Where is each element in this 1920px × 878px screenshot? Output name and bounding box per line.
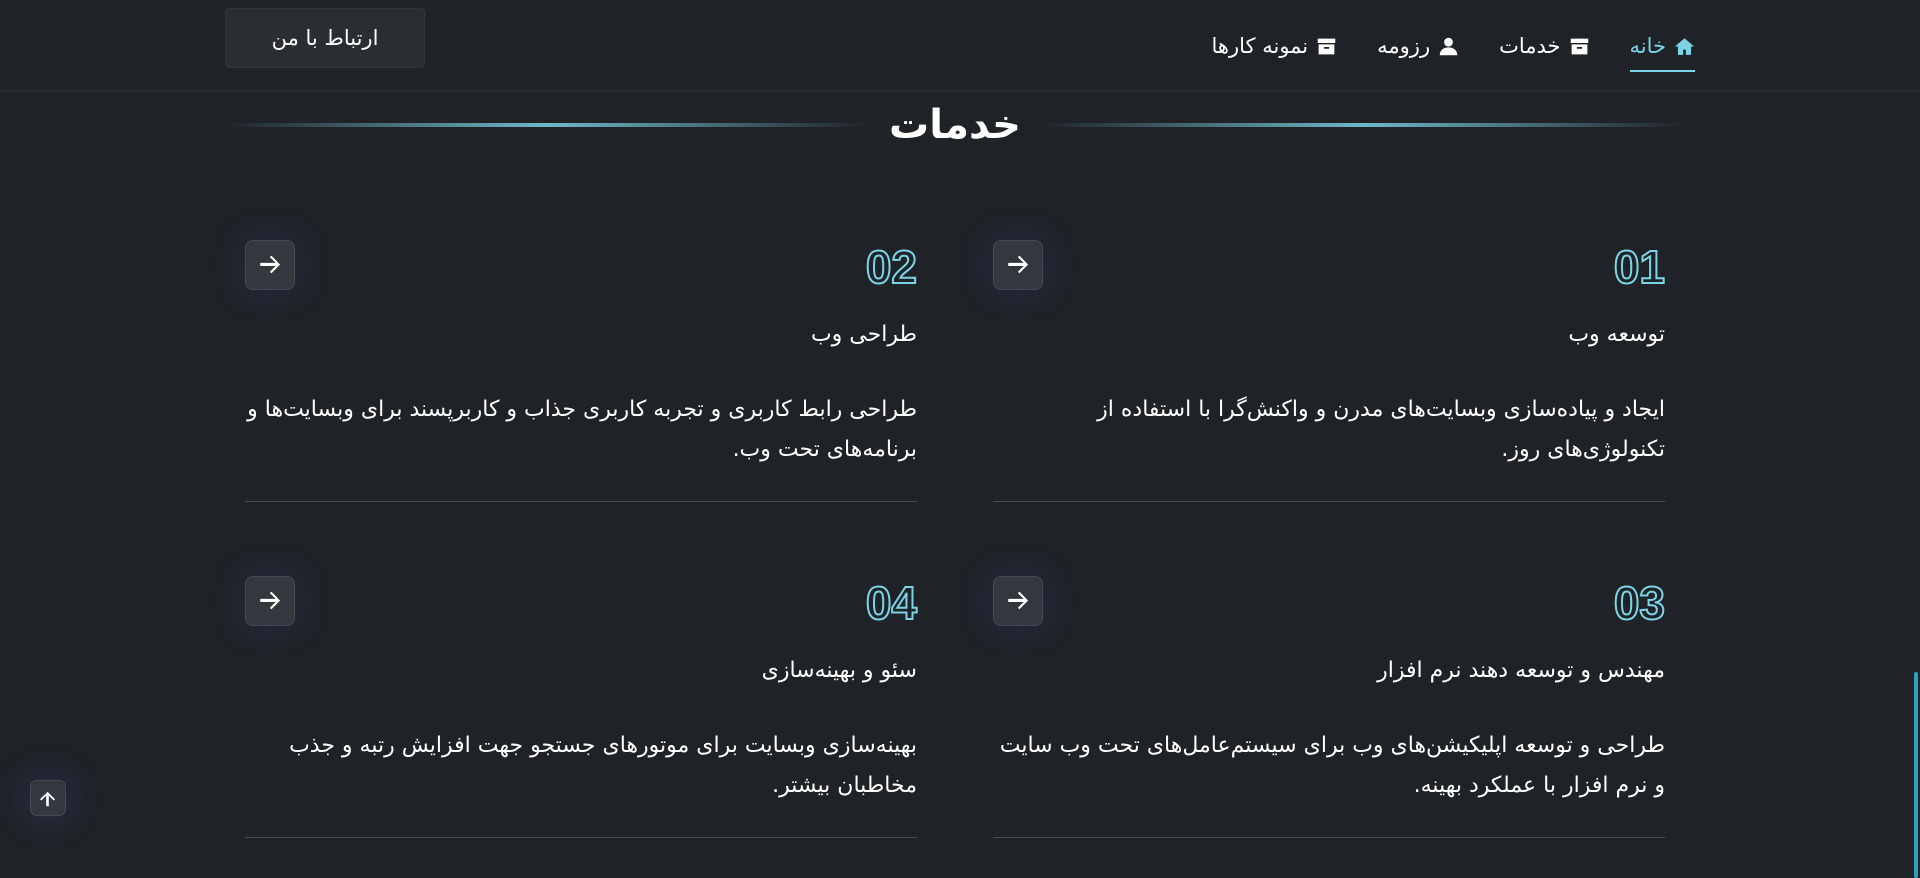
archive-icon (1569, 36, 1590, 57)
service-link-button[interactable] (245, 576, 295, 626)
nav-item-portfolio[interactable]: نمونه کارها (1212, 26, 1338, 66)
service-description: بهینه‌سازی وبسایت برای موتورهای جستجو جه… (289, 733, 917, 798)
nav-item-services[interactable]: خدمات (1499, 26, 1589, 66)
arrow-right-icon (260, 255, 281, 274)
service-title: توسعه وب (1568, 322, 1665, 347)
arrow-right-icon (1008, 255, 1029, 274)
contact-button[interactable]: ارتباط با من (225, 8, 425, 68)
nav-item-resume[interactable]: رزومه (1377, 26, 1459, 66)
archive-icon (1316, 36, 1337, 57)
service-title: طراحی وب (810, 322, 917, 347)
service-card: 04 سئو و بهینه‌سازی بهینه‌سازی وبسایت بر… (245, 576, 918, 838)
main-nav: خانه خدمات رزومه نمونه کارها (1212, 0, 1696, 92)
arrow-right-icon (1008, 591, 1029, 610)
title-divider (224, 123, 870, 127)
arrow-up-icon (40, 791, 55, 807)
back-to-top-button[interactable] (30, 780, 66, 816)
service-card: 01 توسعه وب ایجاد و پیاده‌سازی وبسایت‌ها… (993, 240, 1666, 502)
service-card: 02 طراحی وب طراحی رابط کاربری و تجربه کا… (245, 240, 918, 502)
section-title: خدمات (889, 102, 1021, 148)
service-description: طراحی و توسعه اپلیکیشن‌های وب برای سیستم… (999, 733, 1665, 798)
service-link-button[interactable] (245, 240, 295, 290)
service-number: 01 (1613, 240, 1666, 294)
scrollbar-thumb[interactable] (1914, 672, 1918, 878)
nav-item-label: خدمات (1499, 34, 1561, 58)
user-icon (1438, 36, 1459, 57)
arrow-right-icon (260, 591, 281, 610)
service-number: 04 (865, 576, 918, 630)
nav-item-label: نمونه کارها (1211, 34, 1309, 58)
service-title: مهندس و توسعه دهند نرم افزار (1377, 658, 1665, 683)
service-card: 03 مهندس و توسعه دهند نرم افزار طراحی و … (993, 576, 1666, 838)
nav-item-label: خانه (1629, 34, 1666, 58)
section-header: خدمات (224, 95, 1685, 155)
service-link-button[interactable] (993, 240, 1043, 290)
nav-item-label: رزومه (1377, 34, 1431, 58)
site-header: خانه خدمات رزومه نمونه کارها ارتباط با م… (0, 0, 1920, 92)
title-divider (1040, 123, 1685, 127)
service-link-button[interactable] (993, 576, 1043, 626)
service-title: سئو و بهینه‌سازی (761, 658, 917, 683)
service-description: ایجاد و پیاده‌سازی وبسایت‌های مدرن و واک… (1097, 397, 1665, 462)
service-number: 02 (865, 240, 918, 294)
service-number: 03 (1613, 576, 1666, 630)
home-icon (1674, 36, 1695, 57)
nav-item-home[interactable]: خانه (1629, 26, 1696, 72)
service-description: طراحی رابط کاربری و تجربه کاربری جذاب و … (247, 397, 917, 462)
